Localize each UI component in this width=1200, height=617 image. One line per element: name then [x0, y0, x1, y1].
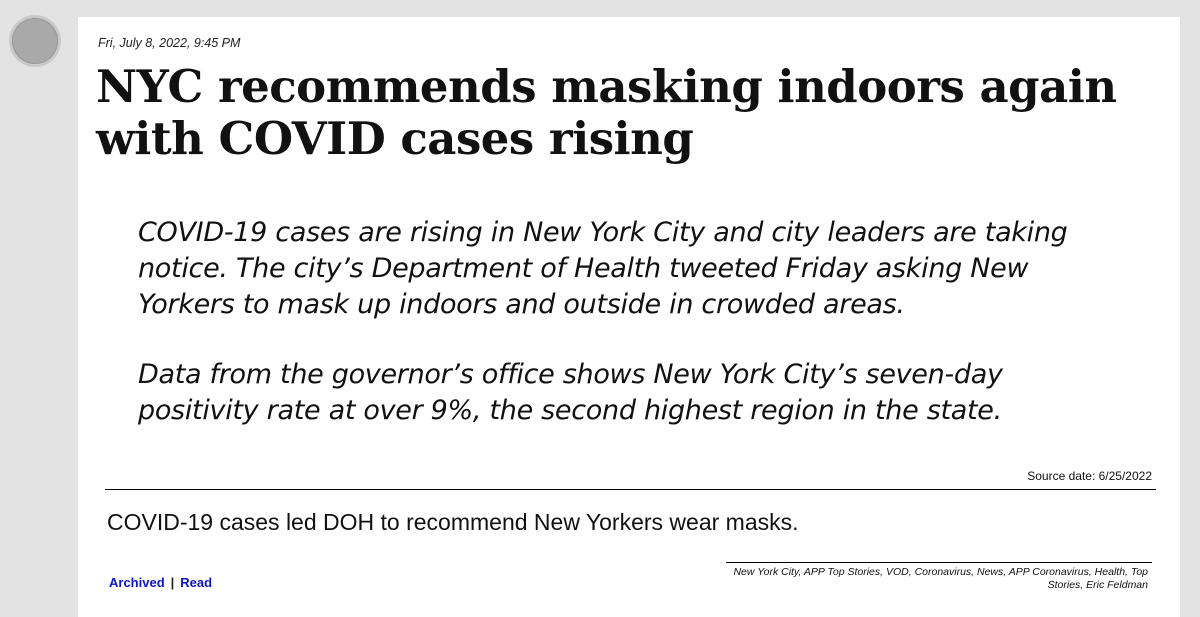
avatar[interactable]: [12, 18, 58, 64]
archived-link[interactable]: Archived: [109, 575, 165, 590]
summary-paragraph-2: Data from the governor’s office shows Ne…: [138, 359, 1003, 426]
divider: [105, 489, 1156, 490]
article-summary: COVID-19 cases are rising in New York Ci…: [138, 215, 1128, 463]
article-card: Fri, July 8, 2022, 9:45 PM NYC recommend…: [78, 17, 1180, 617]
article-title: NYC recommends masking indoors again wit…: [96, 60, 1117, 165]
article-links: Archived | Read: [109, 575, 212, 590]
article-date: Fri, July 8, 2022, 9:45 PM: [98, 36, 241, 50]
source-date: Source date: 6/25/2022: [1027, 469, 1152, 483]
read-link[interactable]: Read: [180, 575, 212, 590]
link-separator: |: [170, 575, 175, 590]
article-tags: New York City, APP Top Stories, VOD, Cor…: [733, 566, 1148, 591]
summary-paragraph-1: COVID-19 cases are rising in New York Ci…: [138, 217, 1068, 320]
tags-divider: [726, 562, 1152, 563]
image-caption: COVID-19 cases led DOH to recommend New …: [107, 509, 799, 535]
